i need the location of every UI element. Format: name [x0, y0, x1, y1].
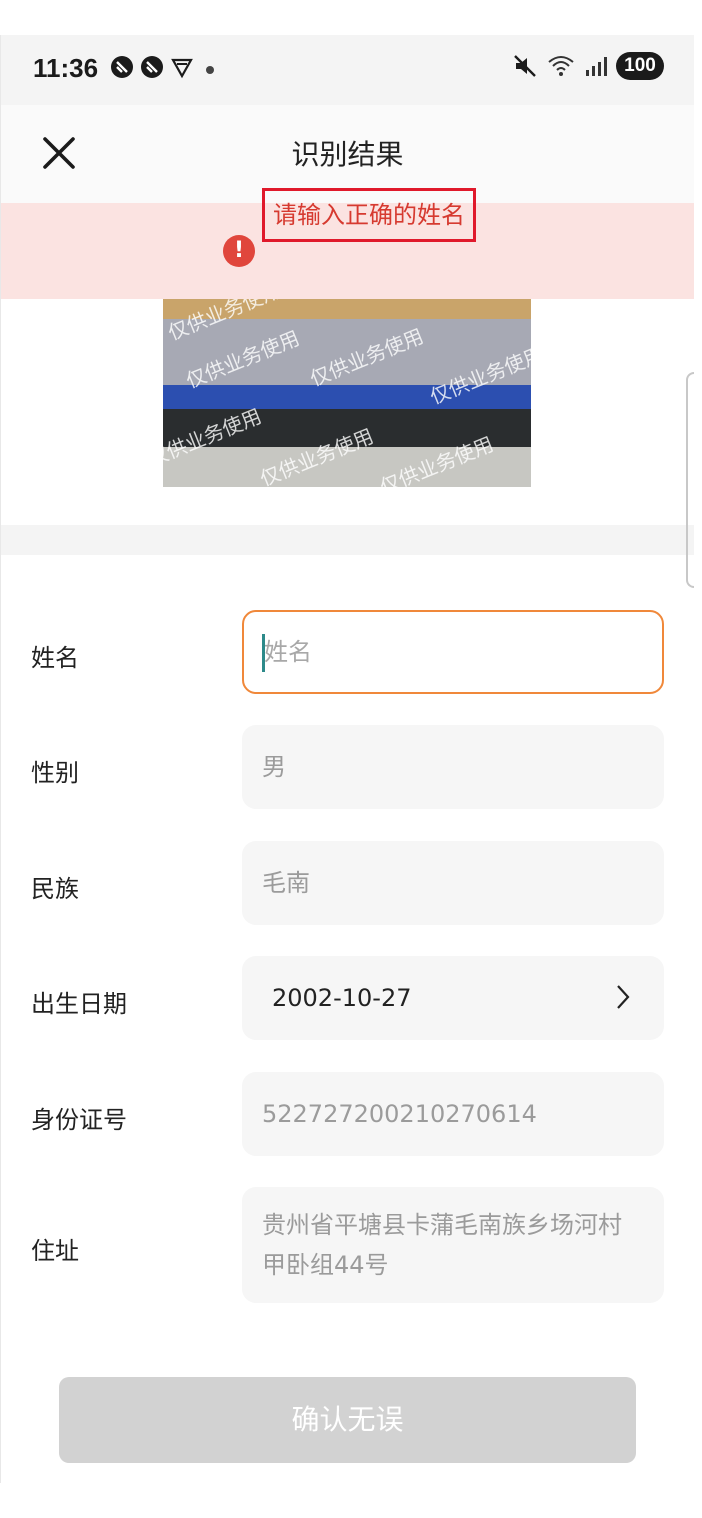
status-right-icons: 100 [512, 52, 664, 80]
ethnicity-label: 民族 [31, 875, 79, 903]
id-card-photo: 仅供业务使用 仅供业务使用 仅供业务使用 仅供业务使用 仅供业务使用 仅供业务使… [163, 299, 531, 487]
gender-label: 性别 [31, 759, 79, 787]
form-row-id-number: 身份证号 522727200210270614 [1, 1072, 694, 1156]
error-message: 请输入正确的姓名 [262, 188, 476, 242]
gender-value: 男 [262, 753, 286, 781]
id-number-value: 522727200210270614 [262, 1100, 537, 1128]
form-row-birth-date: 出生日期 2002-10-27 [1, 956, 694, 1040]
status-bar: 11:36 100 [1, 35, 694, 105]
app-screen: 11:36 100 识别结果 仅供业务使用 仅供业务使用 仅供业务使用 仅供业务… [0, 35, 694, 1483]
form-row-name: 姓名 [1, 610, 694, 694]
birth-date-label: 出生日期 [31, 990, 127, 1018]
form-row-ethnicity: 民族 毛南 [1, 841, 694, 925]
mute-icon [514, 55, 536, 77]
gender-field[interactable]: 男 [242, 725, 664, 809]
vpn-icon [141, 56, 163, 78]
id-number-label: 身份证号 [31, 1106, 127, 1134]
id-number-field[interactable]: 522727200210270614 [242, 1072, 664, 1156]
section-divider [1, 525, 694, 555]
name-input[interactable] [264, 612, 642, 692]
notification-dot-icon [206, 66, 214, 74]
ethnicity-field[interactable]: 毛南 [242, 841, 664, 925]
form-row-gender: 性别 男 [1, 725, 694, 809]
ethnicity-value: 毛南 [262, 869, 310, 897]
vpn-icon [111, 56, 133, 78]
wifi-icon [548, 56, 574, 76]
status-time: 11:36 [33, 53, 99, 83]
confirm-button[interactable]: 确认无误 [59, 1377, 636, 1463]
page-title: 识别结果 [291, 138, 404, 171]
birth-date-value: 2002-10-27 [272, 984, 412, 1012]
signal-icon [586, 57, 607, 76]
name-field[interactable] [242, 610, 664, 694]
scrollbar[interactable] [686, 372, 694, 588]
address-value: 贵州省平塘县卡蒲毛南族乡场河村甲卧组44号 [262, 1211, 622, 1279]
address-label: 住址 [31, 1237, 79, 1265]
battery-indicator: 100 [616, 52, 664, 80]
address-field[interactable]: 贵州省平塘县卡蒲毛南族乡场河村甲卧组44号 [242, 1187, 664, 1303]
status-left-icons [109, 54, 195, 80]
shield-icon [171, 58, 193, 79]
chevron-right-icon [617, 985, 630, 1009]
birth-date-picker[interactable]: 2002-10-27 [242, 956, 664, 1040]
text-caret [262, 634, 265, 672]
form-row-address: 住址 贵州省平塘县卡蒲毛南族乡场河村甲卧组44号 [1, 1187, 694, 1303]
name-label: 姓名 [31, 644, 79, 672]
error-icon: ! [223, 235, 255, 267]
